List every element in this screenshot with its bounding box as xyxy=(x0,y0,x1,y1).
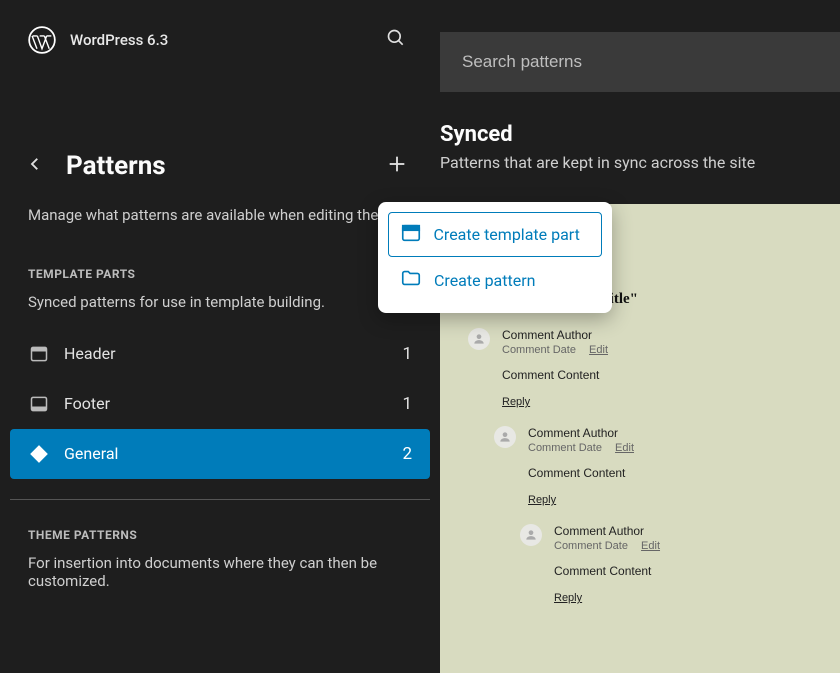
general-icon xyxy=(28,443,50,465)
template-parts-label: TEMPLATE PARTS xyxy=(0,239,440,293)
sidebar-item-label: Header xyxy=(64,344,116,363)
theme-patterns-label: THEME PATTERNS xyxy=(0,500,440,554)
synced-header: Synced Patterns that are kept in sync ac… xyxy=(440,92,840,178)
comment-content: Comment Content xyxy=(554,564,814,578)
preview-comment: Comment Author Comment Date Edit Comment… xyxy=(468,426,814,506)
comment-meta: Comment Date Edit xyxy=(554,540,814,552)
template-parts-sub: Synced patterns for use in template buil… xyxy=(0,293,440,325)
theme-patterns-sub: For insertion into documents where they … xyxy=(0,554,440,604)
folder-icon xyxy=(400,267,422,293)
avatar-icon xyxy=(494,426,516,448)
preview-comment: Comment Author Comment Date Edit Comment… xyxy=(468,524,814,604)
sidebar-item-count: 1 xyxy=(402,394,412,414)
comment-reply-link[interactable]: Reply xyxy=(528,494,814,506)
comment-content: Comment Content xyxy=(528,466,814,480)
comment-meta: Comment Date Edit xyxy=(528,442,814,454)
comment-edit-link[interactable]: Edit xyxy=(589,344,608,356)
page-title: Patterns xyxy=(66,151,166,181)
template-parts-list: Header 1 Footer 1 General 2 xyxy=(0,325,440,483)
create-template-part-item[interactable]: Create template part xyxy=(388,212,602,257)
comment-author: Comment Author xyxy=(502,328,814,342)
avatar-icon xyxy=(520,524,542,546)
patterns-header: Patterns xyxy=(0,139,440,192)
popup-item-label: Create template part xyxy=(434,225,580,244)
footer-icon xyxy=(28,393,50,415)
comment-date: Comment Date xyxy=(502,344,576,356)
avatar-icon xyxy=(468,328,490,350)
sidebar: WordPress 6.3 Patterns Manage what patte… xyxy=(0,0,440,673)
comment-author: Comment Author xyxy=(554,524,814,538)
add-pattern-button[interactable] xyxy=(382,149,412,182)
sidebar-item-count: 1 xyxy=(402,344,412,364)
create-pattern-item[interactable]: Create pattern xyxy=(388,257,602,303)
comment-meta: Comment Date Edit xyxy=(502,344,814,356)
comment-edit-link[interactable]: Edit xyxy=(641,540,660,552)
comment-author: Comment Author xyxy=(528,426,814,440)
search-icon-button[interactable] xyxy=(380,22,412,57)
wordpress-logo-icon xyxy=(28,26,56,54)
sidebar-top: WordPress 6.3 xyxy=(0,0,440,79)
search-input[interactable] xyxy=(440,32,840,92)
sidebar-item-footer[interactable]: Footer 1 xyxy=(10,379,430,429)
sidebar-item-header[interactable]: Header 1 xyxy=(10,329,430,379)
comment-reply-link[interactable]: Reply xyxy=(554,592,814,604)
create-menu-popup: Create template part Create pattern xyxy=(378,202,612,313)
sidebar-item-label: General xyxy=(64,444,118,463)
comment-edit-link[interactable]: Edit xyxy=(615,442,634,454)
patterns-description: Manage what patterns are available when … xyxy=(0,192,440,239)
sidebar-item-general[interactable]: General 2 xyxy=(10,429,430,479)
sidebar-item-label: Footer xyxy=(64,394,110,413)
app-title: WordPress 6.3 xyxy=(70,31,168,49)
comment-content: Comment Content xyxy=(502,368,814,382)
back-button[interactable] xyxy=(22,151,48,180)
comment-date: Comment Date xyxy=(554,540,628,552)
header-icon xyxy=(28,343,50,365)
comment-reply-link[interactable]: Reply xyxy=(502,396,814,408)
comment-date: Comment Date xyxy=(528,442,602,454)
popup-item-label: Create pattern xyxy=(434,271,535,290)
synced-title: Synced xyxy=(440,122,840,147)
synced-description: Patterns that are kept in sync across th… xyxy=(440,147,840,172)
template-part-icon xyxy=(400,222,422,248)
preview-comment: Comment Author Comment Date Edit Comment… xyxy=(468,328,814,408)
sidebar-item-count: 2 xyxy=(402,444,412,464)
main-area: Synced Patterns that are kept in sync ac… xyxy=(440,0,840,673)
